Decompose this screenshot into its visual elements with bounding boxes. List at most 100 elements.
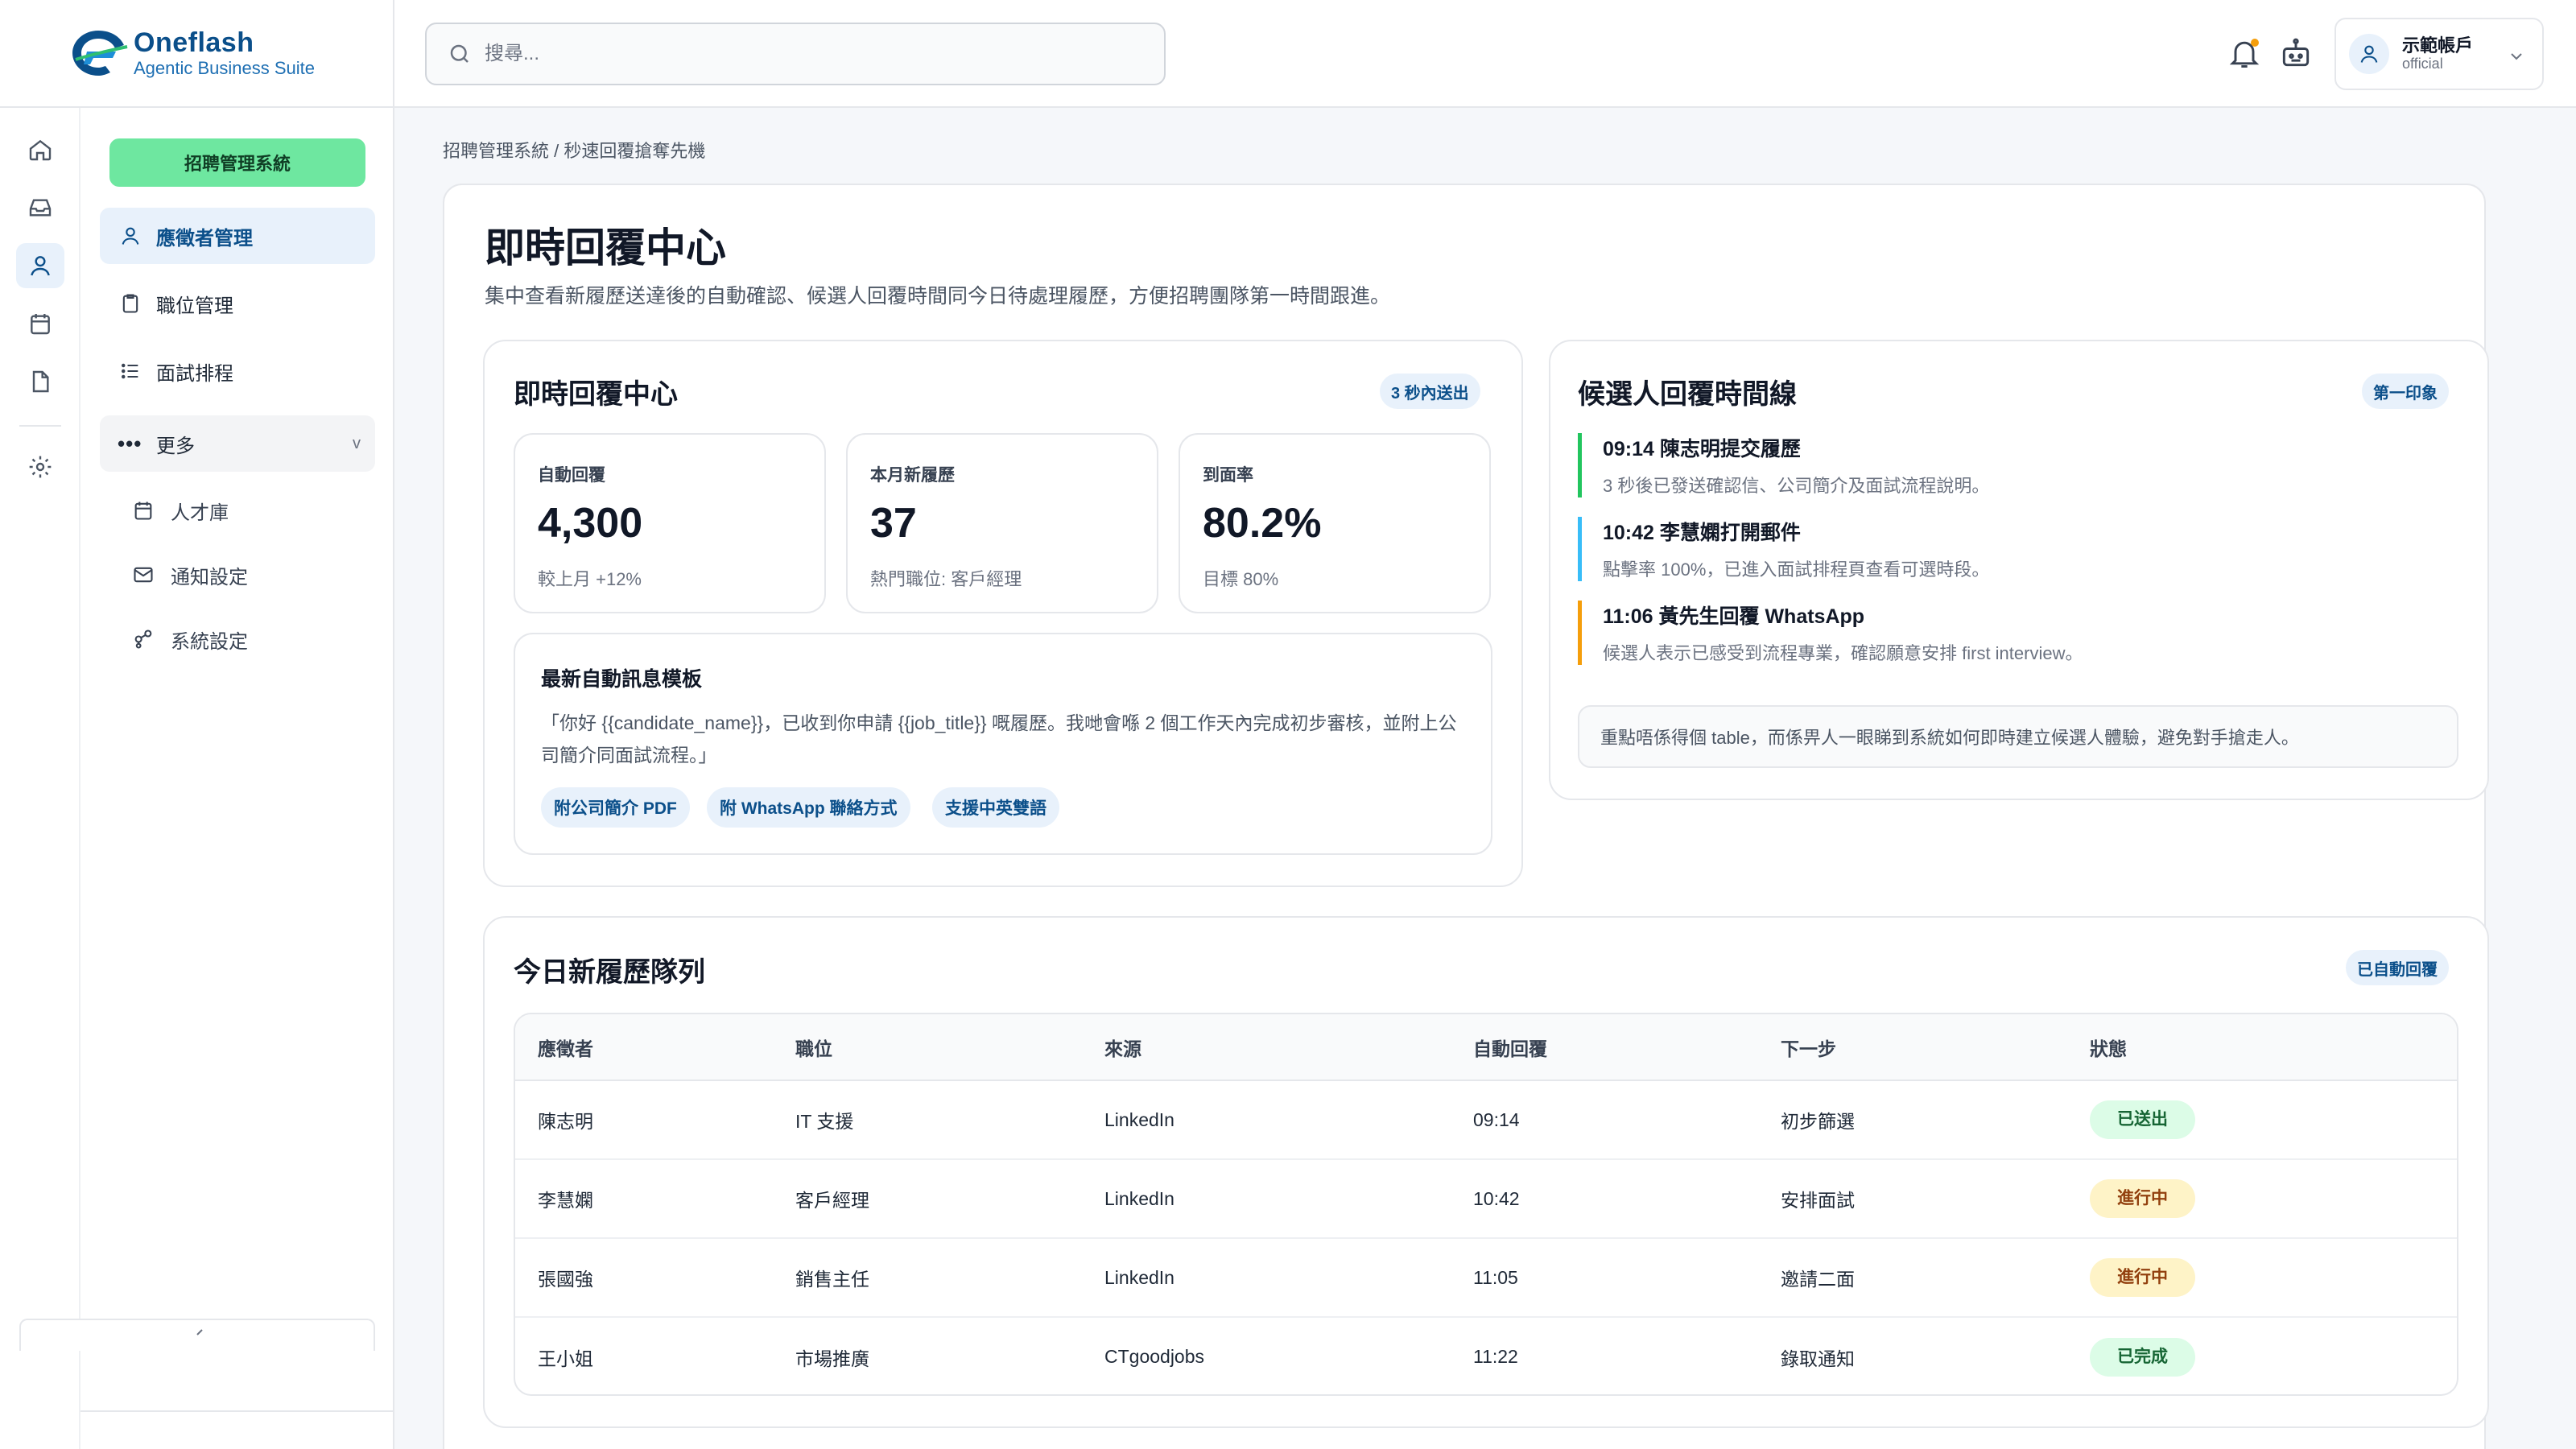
top-bar: 示範帳戶 official [394,0,2576,108]
timeline-item-description: 候選人表示已感受到流程專業，確認願意安排 first interview。 [1603,643,2083,663]
cell-auto-reply-time: 11:05 [1451,1238,1758,1318]
cell-next-step: 錄取通知 [1781,1348,1855,1369]
share-icon [130,626,156,652]
more-dots-icon: ••• [118,431,142,456]
cell-status: 已完成 [2067,1317,2457,1394]
timeline-item-description: 3 秒後已發送確認信、公司簡介及面試流程說明。 [1603,476,1990,496]
cell-source: LinkedIn [1082,1080,1451,1160]
stat-value: 4,300 [538,500,643,547]
cell-source: CTgoodjobs [1104,1346,1205,1367]
cell-applicant: 張國強 [515,1238,773,1318]
app-root: Oneflash Agentic Business Suite 招聘管理系統 應… [0,0,2576,1449]
sidebar-collapse-button[interactable] [19,1319,375,1351]
account-menu[interactable]: 示範帳戶 official [2334,18,2544,90]
timeline-title: 候選人回覆時間線 [1578,379,1797,410]
column-header-applicant[interactable]: 應徵者 [515,1014,773,1081]
notification-dot [2251,39,2259,47]
stat-note: 較上月 +12% [538,569,642,589]
sidebar-item-label: 職位管理 [156,295,233,317]
cell-next-step: 初步篩選 [1758,1080,2067,1160]
cell-applicant: 王小姐 [538,1348,593,1369]
sidebar-subitem-system-settings[interactable]: 系統設定 [124,615,365,663]
cell-auto-reply-time: 09:14 [1451,1080,1758,1160]
system-switch-button[interactable]: 招聘管理系統 [109,138,365,187]
sidebar: 招聘管理系統 應徵者管理 職位管理 面試排程 ••• 更多 v 人才庫 通知設定 [80,108,394,1449]
table-row[interactable]: 王小姐 市場推廣 CTgoodjobs 11:22 錄取通知 已完成 [515,1317,2457,1394]
sidebar-item-jobs[interactable]: 職位管理 [100,275,375,332]
stat-card-new-resumes: 本月新履歷 37 熱門職位: 客戶經理 [846,433,1158,613]
account-subtitle: official [2402,56,2443,72]
sidebar-item-label: 應徵者管理 [156,227,253,250]
rail-divider [19,425,61,427]
status-badge: 進行中 [2090,1179,2195,1218]
timeline-item-heading: 11:06 黃先生回覆 WhatsApp [1603,605,1865,628]
user-icon [2360,45,2378,63]
resume-queue-table: 應徵者 職位 來源 自動回覆 下一步 狀態 陳志明 IT 支援 LinkedIn… [514,1013,2458,1396]
template-title: 最新自動訊息模板 [541,668,703,691]
cell-status: 進行中 [2067,1159,2457,1239]
user-icon [118,223,143,249]
rail-inbox-button[interactable] [16,185,64,230]
template-body: 「你好 {{candidate_name}}，已收到你申請 {{job_titl… [541,712,1457,766]
timeline-item-heading: 10:42 李慧嫻打開郵件 [1603,522,1801,544]
brand-name: Oneflash [134,27,254,58]
reply-center-title: 即時回覆中心 [514,379,678,410]
inbox-icon [29,199,52,217]
chevron-down-icon [2511,53,2522,60]
column-header-auto-reply[interactable]: 自動回覆 [1451,1014,1758,1081]
cell-status: 已送出 [2067,1080,2457,1160]
brand-header[interactable]: Oneflash Agentic Business Suite [0,0,394,108]
search-input[interactable] [485,43,1129,65]
stat-label: 到面率 [1203,466,1253,485]
sidebar-item-interviews[interactable]: 面試排程 [100,343,375,399]
rail-calendar-button[interactable] [16,301,64,346]
calendar-icon [31,314,50,335]
search-box[interactable] [425,23,1166,85]
icon-rail [0,108,80,1449]
chevron-down-icon: v [353,434,361,452]
table-row[interactable]: 陳志明 IT 支援 LinkedIn 09:14 初步篩選 已送出 [515,1080,2457,1160]
stat-card-auto-replies: 自動回覆 4,300 較上月 +12% [514,433,826,613]
document-icon [32,370,49,393]
cell-source: LinkedIn [1082,1159,1451,1239]
avatar [2349,34,2389,74]
sidebar-more-label: 更多 [156,435,195,457]
stat-note: 目標 80% [1203,569,1279,589]
table-row[interactable]: 李慧嫻 客戶經理 LinkedIn 10:42 安排面試 進行中 [515,1159,2457,1239]
status-badge: 進行中 [2090,1258,2195,1297]
table-row[interactable]: 張國強 銷售主任 LinkedIn 11:05 邀請二面 進行中 [515,1238,2457,1318]
sidebar-more-toggle[interactable]: ••• 更多 v [100,415,375,472]
cell-status: 進行中 [2067,1238,2457,1318]
page-description: 集中查看新履歷送達後的自動確認、候選人回覆時間同今日待處理履歷，方便招聘團隊第一… [485,285,1391,308]
cell-applicant: 李慧嫻 [515,1159,773,1239]
rail-document-button[interactable] [16,359,64,404]
template-chip-bilingual[interactable]: 支援中英雙語 [932,787,1059,828]
column-header-position[interactable]: 職位 [773,1014,1082,1081]
cell-source: LinkedIn [1082,1238,1451,1318]
sidebar-footer-divider [80,1410,394,1412]
message-template-card: 最新自動訊息模板 「你好 {{candidate_name}}，已收到你申請 {… [514,633,1492,855]
oneflash-logo-icon [72,31,128,76]
timeline-note: 重點唔係得個 table，而係畀人一眼睇到系統如何即時建立候選人體驗，避免對手搶… [1578,705,2458,768]
cell-applicant: 陳志明 [515,1080,773,1160]
notification-button[interactable] [2227,35,2262,71]
rail-candidates-button[interactable] [16,243,64,288]
reply-center-badge: 3 秒內送出 [1380,374,1480,409]
sidebar-subitem-talent-pool[interactable]: 人才庫 [124,486,365,535]
table-header-row: 應徵者 職位 來源 自動回覆 下一步 狀態 [515,1014,2457,1081]
sidebar-item-applicants[interactable]: 應徵者管理 [100,208,375,264]
sidebar-subitem-notifications[interactable]: 通知設定 [124,551,365,599]
assistant-button[interactable] [2278,35,2314,71]
list-icon [118,358,143,384]
template-chip-pdf[interactable]: 附公司簡介 PDF [541,787,690,828]
column-header-status[interactable]: 狀態 [2067,1014,2457,1081]
sidebar-item-label: 面試排程 [156,362,233,385]
column-header-source[interactable]: 來源 [1082,1014,1451,1081]
template-chip-whatsapp[interactable]: 附 WhatsApp 聯絡方式 [707,787,910,828]
column-header-next-step[interactable]: 下一步 [1758,1014,2067,1081]
rail-home-button[interactable] [16,127,64,172]
stat-value: 80.2% [1203,500,1322,547]
clipboard-icon [118,291,143,316]
rail-settings-button[interactable] [16,444,64,489]
breadcrumb: 招聘管理系統 / 秒速回覆搶奪先機 [443,141,706,161]
